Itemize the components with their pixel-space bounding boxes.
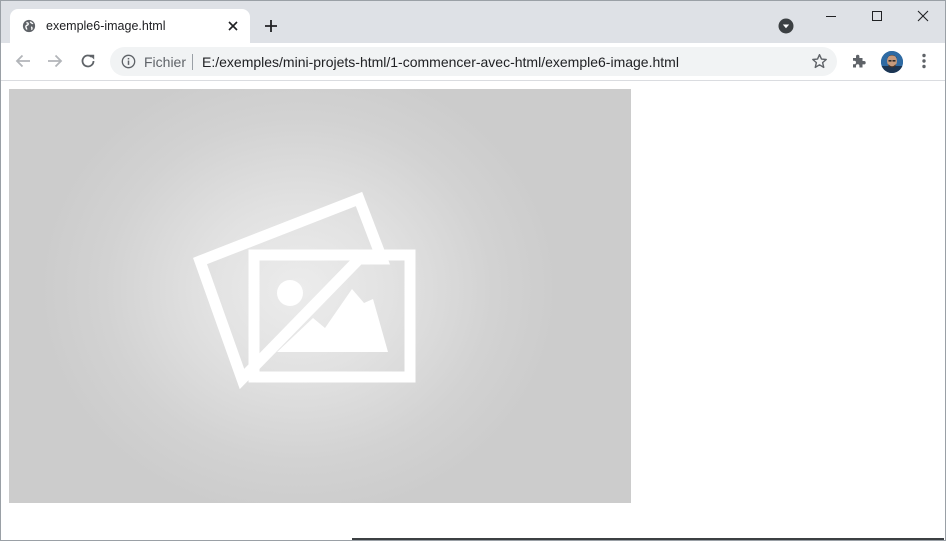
close-icon [228,21,238,31]
scheme-label: Fichier [144,54,187,70]
maximize-button[interactable] [854,1,900,31]
arrow-left-icon [15,54,30,68]
window-bottom-edge [352,538,944,540]
tab-strip: exemple6-image.html [1,1,945,43]
menu-button[interactable] [912,49,936,73]
back-button[interactable] [11,49,35,73]
browser-toolbar: Fichier E:/exemples/mini-projets-html/1-… [1,43,945,81]
url-text[interactable]: E:/exemples/mini-projets-html/1-commence… [202,54,679,70]
tab-search-button[interactable] [778,18,794,34]
puzzle-icon [853,54,866,68]
placeholder-image-icon [193,191,416,390]
globe-icon [22,19,36,33]
placeholder-image [9,89,631,503]
address-bar[interactable]: Fichier E:/exemples/mini-projets-html/1-… [110,47,837,76]
minimize-icon [826,16,836,17]
minimize-button[interactable] [808,1,854,31]
close-icon [917,10,929,22]
maximize-icon [872,11,882,21]
star-icon[interactable] [811,53,828,70]
close-tab-button[interactable] [224,17,242,35]
arrow-right-icon [48,54,63,68]
avatar-icon [881,51,903,73]
new-tab-button[interactable] [260,15,282,37]
reload-button[interactable] [76,49,100,73]
extensions-button[interactable] [847,49,871,73]
close-window-button[interactable] [900,1,945,31]
tab-active[interactable]: exemple6-image.html [10,9,250,43]
forward-button[interactable] [43,49,67,73]
tab-title: exemple6-image.html [46,19,166,33]
browser-window: exemple6-image.html Fichier E:/exemples/… [0,0,946,541]
info-icon[interactable] [121,54,136,69]
profile-avatar[interactable] [881,51,903,73]
page-content [1,81,945,540]
omnibox-separator [192,54,193,70]
reload-icon [81,54,95,68]
kebab-menu-icon [922,53,926,69]
plus-icon [265,20,277,32]
